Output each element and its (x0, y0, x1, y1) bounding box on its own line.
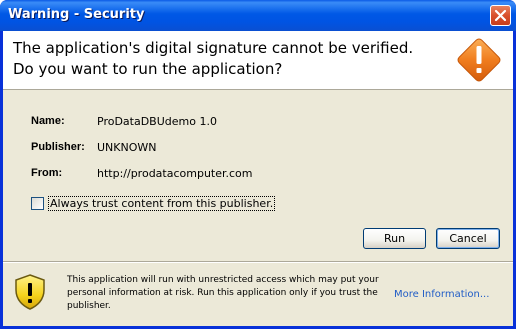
publisher-label: Publisher: (31, 141, 85, 153)
cancel-button[interactable]: Cancel (436, 228, 500, 249)
name-label: Name: (31, 115, 65, 127)
header-band: The application's digital signature cann… (3, 31, 513, 90)
publisher-value: UNKNOWN (97, 141, 157, 154)
shield-warning-icon (15, 274, 45, 310)
always-trust-label[interactable]: Always trust content from this publisher… (48, 196, 276, 211)
close-button[interactable] (490, 5, 511, 26)
window-title: Warning - Security (8, 7, 145, 22)
dialog-body: The application's digital signature cann… (3, 31, 513, 326)
close-icon (494, 9, 507, 22)
from-label: From: (31, 167, 63, 179)
title-bar[interactable]: Warning - Security (0, 0, 516, 31)
headline-line-2: Do you want to run the application? (13, 60, 283, 78)
risk-message: This application will run with unrestric… (67, 275, 379, 311)
from-value: http://prodatacomputer.com (97, 167, 253, 180)
run-button[interactable]: Run (363, 228, 426, 249)
always-trust-checkbox[interactable] (31, 197, 44, 210)
warning-diamond-icon (457, 38, 501, 82)
footer-divider (3, 261, 513, 263)
headline: The application's digital signature cann… (13, 38, 433, 80)
headline-line-1: The application's digital signature cann… (13, 39, 414, 57)
name-value: ProDataDBUdemo 1.0 (97, 115, 217, 128)
more-information-link[interactable]: More Information... (394, 289, 489, 300)
security-warning-dialog: Warning - Security The application's dig… (0, 0, 516, 329)
